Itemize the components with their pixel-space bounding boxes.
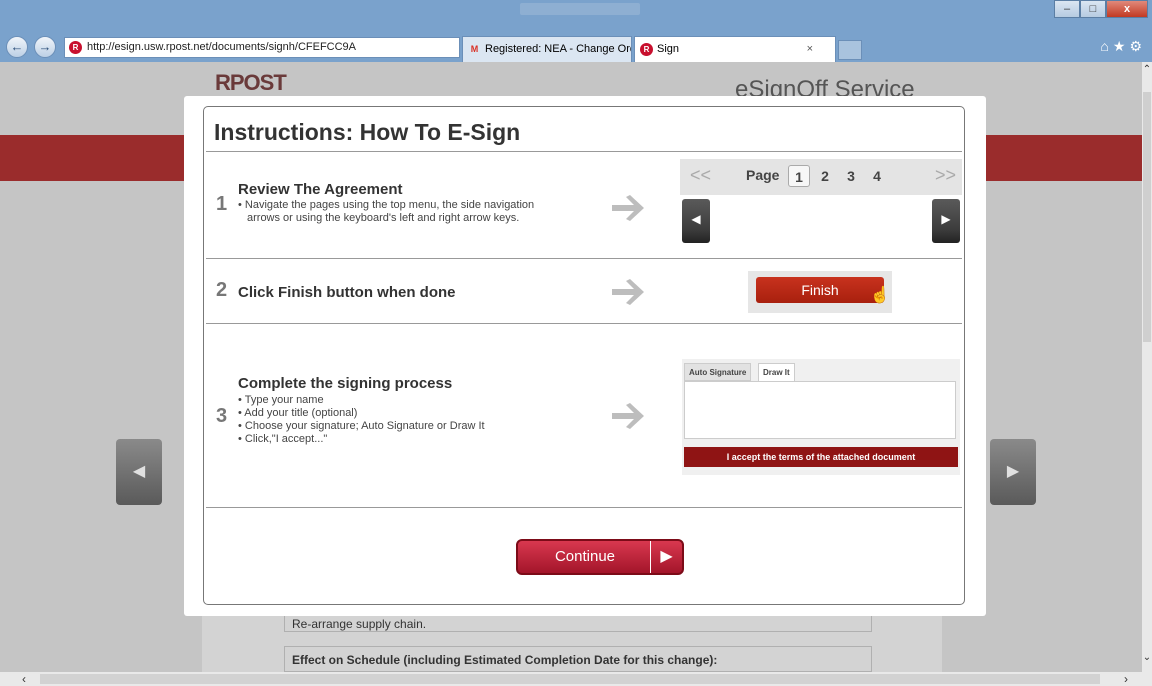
hand-cursor-icon: ☝ bbox=[870, 287, 890, 304]
document-row: Effect on Schedule (including Estimated … bbox=[284, 646, 872, 672]
window-title-blur bbox=[520, 3, 640, 15]
step-3-desc-line: • Choose your signature; Auto Signature … bbox=[238, 420, 485, 432]
horizontal-scrollbar[interactable]: ‹ › bbox=[0, 672, 1152, 686]
step-1-desc-line: arrows or using the keyboard's left and … bbox=[247, 212, 520, 224]
pager-first-icon[interactable]: << bbox=[690, 165, 711, 186]
finish-example: Finish ☝ bbox=[748, 271, 892, 313]
pager-page-2[interactable]: 2 bbox=[814, 165, 836, 187]
modal-title: Instructions: How To E-Sign bbox=[214, 119, 521, 145]
maximize-button[interactable]: □ bbox=[1080, 0, 1106, 18]
pager-page-4[interactable]: 4 bbox=[866, 165, 888, 187]
vertical-scroll-thumb[interactable] bbox=[1143, 92, 1151, 342]
divider bbox=[206, 258, 962, 259]
gmail-icon: M bbox=[470, 44, 479, 54]
step-3-number: 3 bbox=[216, 405, 228, 427]
back-button[interactable]: ← bbox=[6, 36, 28, 58]
rpost-logo: RPOST bbox=[215, 70, 287, 95]
pager-bar: << Page 1 2 3 4 >> bbox=[680, 159, 962, 195]
continue-arrow-icon: ▶ bbox=[650, 541, 682, 573]
right-arrow-icon bbox=[612, 195, 644, 221]
address-bar[interactable]: R http://esign.usw.rpost.net/documents/s… bbox=[64, 37, 460, 58]
address-url: http://esign.usw.rpost.net/documents/sig… bbox=[87, 41, 357, 53]
rpost-favicon-icon: R bbox=[640, 43, 653, 56]
pager-page-3[interactable]: 3 bbox=[840, 165, 862, 187]
scroll-left-icon[interactable]: ‹ bbox=[22, 672, 26, 686]
horizontal-scroll-thumb[interactable] bbox=[40, 674, 1100, 684]
tab-auto-signature[interactable]: Auto Signature bbox=[684, 363, 752, 381]
tab-close-icon[interactable]: × bbox=[807, 37, 813, 61]
tab-label: Sign bbox=[657, 43, 680, 55]
minimize-button[interactable]: – bbox=[1054, 0, 1080, 18]
pager-last-icon[interactable]: >> bbox=[935, 165, 956, 186]
step-3-desc-line: • Type your name bbox=[238, 394, 324, 406]
favorites-star-icon[interactable]: ★ bbox=[1113, 38, 1130, 54]
step-1-title: Review The Agreement bbox=[238, 181, 403, 198]
instructions-modal: Instructions: How To E-Sign 1 Review The… bbox=[203, 106, 965, 605]
finish-button[interactable]: Finish bbox=[756, 277, 884, 303]
step-3-desc-line: • Add your title (optional) bbox=[238, 407, 358, 419]
tab-sign[interactable]: R Sign × bbox=[634, 36, 836, 62]
scroll-up-icon[interactable]: ⌃ bbox=[1142, 64, 1152, 75]
site-favicon-icon: R bbox=[69, 41, 82, 54]
pager-next-button[interactable]: ▶ bbox=[932, 199, 960, 243]
pager-page-1[interactable]: 1 bbox=[788, 165, 810, 187]
continue-button[interactable]: Continue ▶ bbox=[516, 539, 684, 575]
tab-registered[interactable]: M Registered: NEA - Change Ord... bbox=[462, 36, 632, 62]
scroll-right-icon[interactable]: › bbox=[1124, 672, 1128, 686]
window-controls: – □ x bbox=[1054, 0, 1148, 18]
close-window-button[interactable]: x bbox=[1106, 0, 1148, 18]
vertical-scrollbar[interactable]: ⌃ ⌄ bbox=[1142, 62, 1152, 672]
home-icon[interactable]: ⌂ bbox=[1100, 38, 1112, 54]
window-titlebar: – □ x bbox=[0, 0, 1152, 32]
forward-button[interactable]: → bbox=[34, 36, 56, 58]
tab-label: Registered: NEA - Change Ord... bbox=[485, 43, 632, 55]
divider bbox=[206, 151, 962, 152]
step-3-title: Complete the signing process bbox=[238, 375, 453, 392]
accept-terms-button[interactable]: I accept the terms of the attached docum… bbox=[684, 447, 958, 467]
browser-navbar: ← → R http://esign.usw.rpost.net/documen… bbox=[0, 32, 1152, 62]
signature-example: Auto Signature Draw It I accept the term… bbox=[682, 359, 960, 475]
browser-toolbar-icons: ⌂★⚙ bbox=[1100, 38, 1146, 55]
step-2-number: 2 bbox=[216, 279, 228, 301]
pager-label: Page bbox=[746, 167, 780, 183]
divider bbox=[206, 507, 962, 508]
scroll-down-icon[interactable]: ⌄ bbox=[1142, 652, 1152, 663]
step-1-number: 1 bbox=[216, 193, 228, 215]
settings-gear-icon[interactable]: ⚙ bbox=[1129, 38, 1146, 54]
signature-area[interactable] bbox=[684, 381, 956, 439]
right-arrow-icon bbox=[612, 279, 644, 305]
divider bbox=[206, 323, 962, 324]
prev-page-side-arrow[interactable]: ◀ bbox=[116, 439, 162, 505]
new-tab-button[interactable] bbox=[838, 40, 862, 60]
pager-example: << Page 1 2 3 4 >> ◀ ▶ bbox=[680, 159, 962, 247]
right-arrow-icon bbox=[612, 403, 644, 429]
next-page-side-arrow[interactable]: ▶ bbox=[990, 439, 1036, 505]
step-3-desc-line: • Click,"I accept..." bbox=[238, 433, 328, 445]
step-2-title: Click Finish button when done bbox=[238, 284, 456, 301]
pager-prev-button[interactable]: ◀ bbox=[682, 199, 710, 243]
tab-draw-it[interactable]: Draw It bbox=[758, 363, 795, 381]
step-1-desc-line: • Navigate the pages using the top menu,… bbox=[238, 199, 535, 211]
continue-label: Continue bbox=[554, 548, 616, 565]
